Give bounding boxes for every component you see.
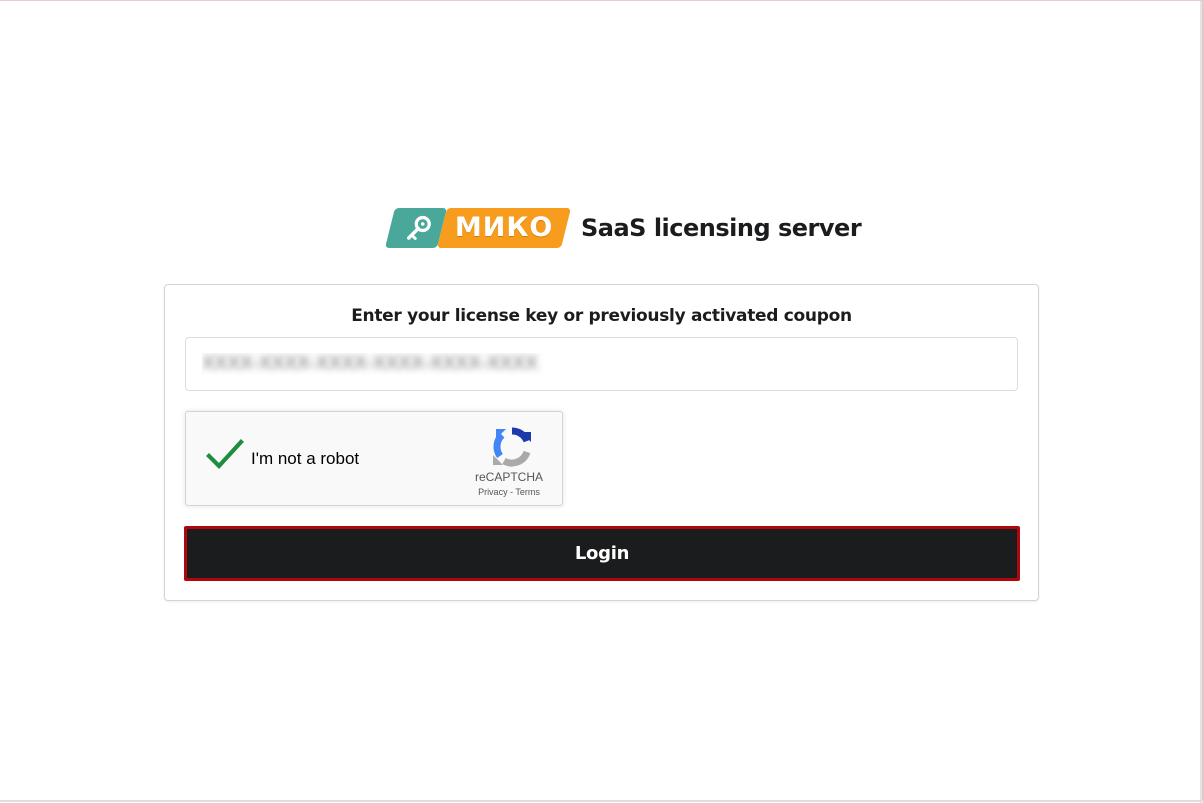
recaptcha-links: Privacy - Terms: [469, 487, 549, 497]
recaptcha-label: I'm not a robot: [251, 449, 360, 468]
logo-text: МИКО: [454, 212, 554, 243]
login-card: Enter your license key or previously act…: [164, 284, 1039, 601]
miko-logo: МИКО: [385, 206, 571, 250]
window-edge: [1200, 1, 1202, 803]
recaptcha-widget: I'm not a robot reCAPTCHA Privacy - Term…: [185, 411, 563, 506]
browser-viewport: МИКО SaaS licensing server Enter your li…: [0, 0, 1203, 803]
logo-wordmark: МИКО: [437, 208, 571, 248]
recaptcha-privacy-link[interactable]: Privacy: [478, 487, 508, 497]
brand-header: МИКО SaaS licensing server: [385, 206, 862, 250]
recaptcha-terms-link[interactable]: Terms: [515, 487, 540, 497]
key-icon: [407, 215, 431, 240]
page-title: SaaS licensing server: [581, 214, 862, 242]
login-button[interactable]: Login: [184, 526, 1020, 581]
checkmark-icon[interactable]: [206, 438, 244, 472]
recaptcha-logo-icon: [493, 427, 531, 467]
license-key-input[interactable]: [185, 337, 1018, 391]
license-field-label: Enter your license key or previously act…: [351, 306, 852, 326]
recaptcha-brand: reCAPTCHA: [474, 470, 543, 484]
